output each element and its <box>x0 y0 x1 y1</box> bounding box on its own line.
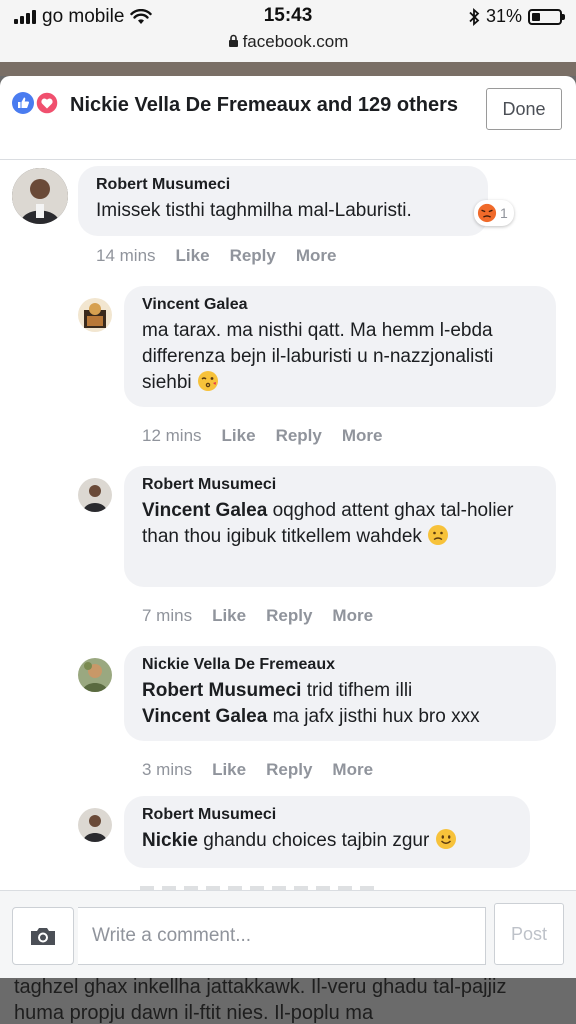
comment-text: Robert Musumeci trid tifhem illi Vincent … <box>142 680 480 727</box>
avatar[interactable] <box>78 808 112 842</box>
comment-text: ma tarax. ma nisthi qatt. Ma hemm l-ebda… <box>142 320 494 393</box>
comment-text: Vincent Galea oqghod attent ghax tal-hol… <box>142 500 514 547</box>
more-link[interactable]: More <box>342 426 383 446</box>
avatar[interactable] <box>78 658 112 692</box>
angry-emoji <box>477 203 497 223</box>
done-button[interactable]: Done <box>486 88 562 130</box>
like-link[interactable]: Like <box>212 760 246 780</box>
reply-link[interactable]: Reply <box>276 426 322 446</box>
comment-item: Robert Musumeci Imissek tisthi taghmilha… <box>0 160 576 280</box>
smile-emoji <box>435 829 456 849</box>
background-post: taghzel ghax inkellha jattakkawk. Il-ver… <box>0 978 576 1024</box>
post-button[interactable]: Post <box>494 903 564 965</box>
reaction-count: 1 <box>500 205 508 221</box>
reply-link[interactable]: Reply <box>230 246 276 266</box>
more-link[interactable]: More <box>332 760 373 780</box>
comment-meta: 14 mins Like Reply More <box>96 246 336 266</box>
sheet-header: Nickie Vella De Fremeaux and 129 others … <box>0 76 576 160</box>
camera-button[interactable] <box>12 907 74 965</box>
comment-text: Nickie ghandu choices tajbin zgur <box>142 828 514 854</box>
url-text: facebook.com <box>242 32 349 51</box>
comment-meta: 12 mins Like Reply More <box>142 426 382 446</box>
battery-icon <box>528 8 565 25</box>
more-link[interactable]: More <box>296 246 337 266</box>
comment-author[interactable]: Vincent Galea <box>142 294 540 316</box>
comment-author[interactable]: Robert Musumeci <box>142 804 514 826</box>
reaction-count-badge[interactable]: 1 <box>474 200 514 226</box>
camera-icon <box>31 928 55 945</box>
comment-input[interactable] <box>78 907 486 965</box>
comment-reply-item: Robert Musumeci Nickie ghandu choices ta… <box>0 796 576 890</box>
reply-link[interactable]: Reply <box>266 760 312 780</box>
comment-time[interactable]: 14 mins <box>96 246 156 266</box>
mention-link[interactable]: Vincent Galea <box>142 706 267 727</box>
mention-link[interactable]: Nickie <box>142 830 198 851</box>
avatar[interactable] <box>78 298 112 332</box>
comment-reply-item: Vincent Galea ma tarax. ma nisthi qatt. … <box>0 286 576 466</box>
mention-link[interactable]: Vincent Galea <box>142 500 267 521</box>
comment-time[interactable]: 12 mins <box>142 426 202 446</box>
comment-author[interactable]: Robert Musumeci <box>142 474 540 496</box>
status-bar: go mobile 15:43 31% facebook.com <box>0 0 576 62</box>
comment-bubble[interactable]: Robert Musumeci Nickie ghandu choices ta… <box>124 796 530 868</box>
comment-meta: 3 mins Like Reply More <box>142 760 373 780</box>
reactions-summary[interactable]: Nickie Vella De Fremeaux and 129 others <box>14 90 474 121</box>
status-right: 31% <box>468 6 565 27</box>
comment-meta: 7 mins Like Reply More <box>142 606 373 626</box>
comment-bubble[interactable]: Robert Musumeci Vincent Galea oqghod att… <box>124 466 556 587</box>
comment-text: Imissek tisthi taghmilha mal-Laburisti. <box>96 200 412 221</box>
more-link[interactable]: More <box>332 606 373 626</box>
worried-emoji <box>428 525 449 545</box>
url-bar[interactable]: facebook.com <box>0 32 576 52</box>
background-page <box>0 62 576 76</box>
comment-author[interactable]: Robert Musumeci <box>96 174 472 196</box>
kissing-wink-emoji <box>197 371 218 391</box>
battery-percent: 31% <box>485 6 522 26</box>
comments-list: Robert Musumeci Imissek tisthi taghmilha… <box>0 160 576 890</box>
avatar[interactable] <box>78 478 112 512</box>
comment-author[interactable]: Nickie Vella De Fremeaux <box>142 654 540 676</box>
comment-composer: Post <box>0 890 576 978</box>
comment-bubble[interactable]: Vincent Galea ma tarax. ma nisthi qatt. … <box>124 286 556 407</box>
like-link[interactable]: Like <box>176 246 210 266</box>
comment-reply-item: Nickie Vella De Fremeaux Robert Musumeci… <box>0 646 576 796</box>
mention-link[interactable]: Robert Musumeci <box>142 680 301 701</box>
comment-time[interactable]: 3 mins <box>142 760 192 780</box>
like-link[interactable]: Like <box>212 606 246 626</box>
background-post-text: taghzel ghax inkellha jattakkawk. Il-ver… <box>14 978 507 1024</box>
comment-bubble[interactable]: Robert Musumeci Imissek tisthi taghmilha… <box>78 166 488 236</box>
comment-time[interactable]: 7 mins <box>142 606 192 626</box>
lock-icon <box>228 34 238 47</box>
reply-link[interactable]: Reply <box>266 606 312 626</box>
reactions-comments-sheet: Nickie Vella De Fremeaux and 129 others … <box>0 76 576 978</box>
avatar[interactable] <box>12 168 68 224</box>
comment-bubble[interactable]: Nickie Vella De Fremeaux Robert Musumeci… <box>124 646 556 741</box>
comment-reply-item: Robert Musumeci Vincent Galea oqghod att… <box>0 466 576 646</box>
like-link[interactable]: Like <box>222 426 256 446</box>
bluetooth-icon <box>469 7 480 26</box>
